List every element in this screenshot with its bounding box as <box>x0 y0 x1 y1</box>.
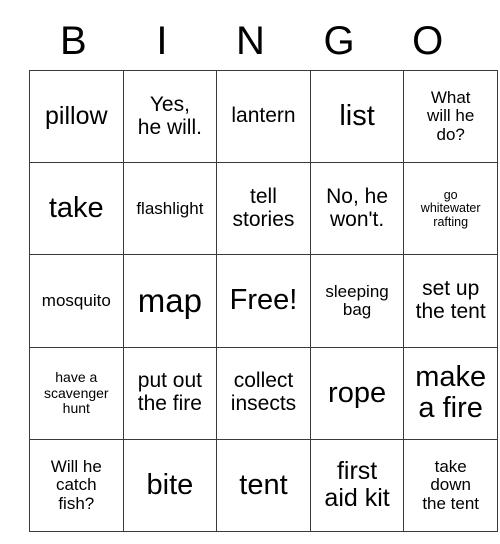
bingo-cell-label: bite <box>146 468 194 501</box>
bingo-cell-label: flashlight <box>136 198 204 218</box>
bingo-cell[interactable]: have a scavenger hunt <box>29 346 124 440</box>
bingo-cell-label: map <box>137 282 202 320</box>
bingo-header-letter-b: B <box>59 19 87 63</box>
bingo-cell-label: No, he won't. <box>326 185 389 231</box>
bingo-cell[interactable]: lantern <box>216 69 311 164</box>
bingo-cell[interactable]: put out the fire <box>122 346 218 440</box>
bingo-header-letter-i: I <box>156 19 168 63</box>
bingo-cell[interactable]: Will he catch fish? <box>29 438 124 532</box>
bingo-cell-label: take <box>48 192 104 225</box>
bingo-cell-label: Will he catch fish? <box>50 456 102 513</box>
bingo-cell-label: set up the tent <box>415 277 486 323</box>
bingo-cell-label: put out the fire <box>137 369 202 416</box>
bingo-cell[interactable]: make a fire <box>403 346 498 440</box>
bingo-cell-label: collect insects <box>230 369 297 416</box>
bingo-cell[interactable]: take <box>29 162 124 256</box>
bingo-cell[interactable]: tent <box>216 438 311 532</box>
bingo-cell[interactable]: list <box>309 69 405 164</box>
bingo-cell-label: list <box>339 99 375 132</box>
bingo-cell-label: go whitewater rafting <box>420 187 481 229</box>
bingo-row: have a scavenger hunt put out the fire coll… <box>29 346 498 440</box>
bingo-cell[interactable]: go whitewater rafting <box>403 162 498 256</box>
bingo-header-row: B I N G O <box>29 12 472 70</box>
bingo-cell[interactable]: collect insects <box>216 346 311 440</box>
bingo-grid: pillow Yes, he will. lantern list What wil… <box>29 69 498 532</box>
bingo-cell[interactable]: set up the tent <box>403 254 498 348</box>
bingo-cell[interactable]: map <box>122 254 218 348</box>
bingo-cell-label: have a scavenger hunt <box>44 369 109 416</box>
bingo-cell-label: lantern <box>231 104 296 128</box>
bingo-header-letter-o: O <box>412 19 444 63</box>
bingo-header-letter-n: N <box>236 19 265 63</box>
bingo-cell[interactable]: take down the tent <box>403 438 498 532</box>
bingo-cell[interactable]: flashlight <box>122 162 218 256</box>
bingo-cell-label: What will he do? <box>427 88 475 144</box>
bingo-cell[interactable]: What will he do? <box>403 69 498 164</box>
bingo-row: take flashlight tell stories No, he won't.… <box>29 162 498 256</box>
bingo-cell-label: make a fire <box>415 360 487 425</box>
bingo-cell-label: rope <box>328 376 387 409</box>
bingo-cell[interactable]: Yes, he will. <box>122 69 218 164</box>
bingo-free-space[interactable]: Free! <box>216 254 311 348</box>
bingo-cell-label: mosquito <box>41 290 111 310</box>
bingo-cell[interactable]: No, he won't. <box>309 162 405 256</box>
bingo-row: pillow Yes, he will. lantern list What wil… <box>29 69 498 164</box>
bingo-row: Will he catch fish? bite tent first aid kit… <box>29 438 498 532</box>
bingo-cell-label: tell stories <box>232 185 295 231</box>
bingo-cell[interactable]: sleeping bag <box>309 254 405 348</box>
bingo-cell[interactable]: bite <box>122 438 218 532</box>
bingo-cell-label: sleeping bag <box>325 281 389 319</box>
bingo-cell[interactable]: tell stories <box>216 162 311 256</box>
bingo-cell[interactable]: mosquito <box>29 254 124 348</box>
bingo-cell[interactable]: pillow <box>29 69 124 164</box>
bingo-cell-label: first aid kit <box>324 457 390 513</box>
bingo-cell[interactable]: first aid kit <box>309 438 405 532</box>
bingo-row: mosquito map Free! sleeping bag set up the… <box>29 254 498 348</box>
bingo-header-letter-g: G <box>323 19 355 63</box>
bingo-cell-label: tent <box>239 468 288 501</box>
bingo-cell-label: take down the tent <box>422 456 480 513</box>
bingo-free-space-label: Free! <box>229 284 298 317</box>
bingo-cell[interactable]: rope <box>309 346 405 440</box>
bingo-cell-label: Yes, he will. <box>137 92 202 139</box>
bingo-cell-label: pillow <box>45 102 108 131</box>
bingo-card: B I N G O pillow Yes, he will. lantern li… <box>29 12 498 532</box>
